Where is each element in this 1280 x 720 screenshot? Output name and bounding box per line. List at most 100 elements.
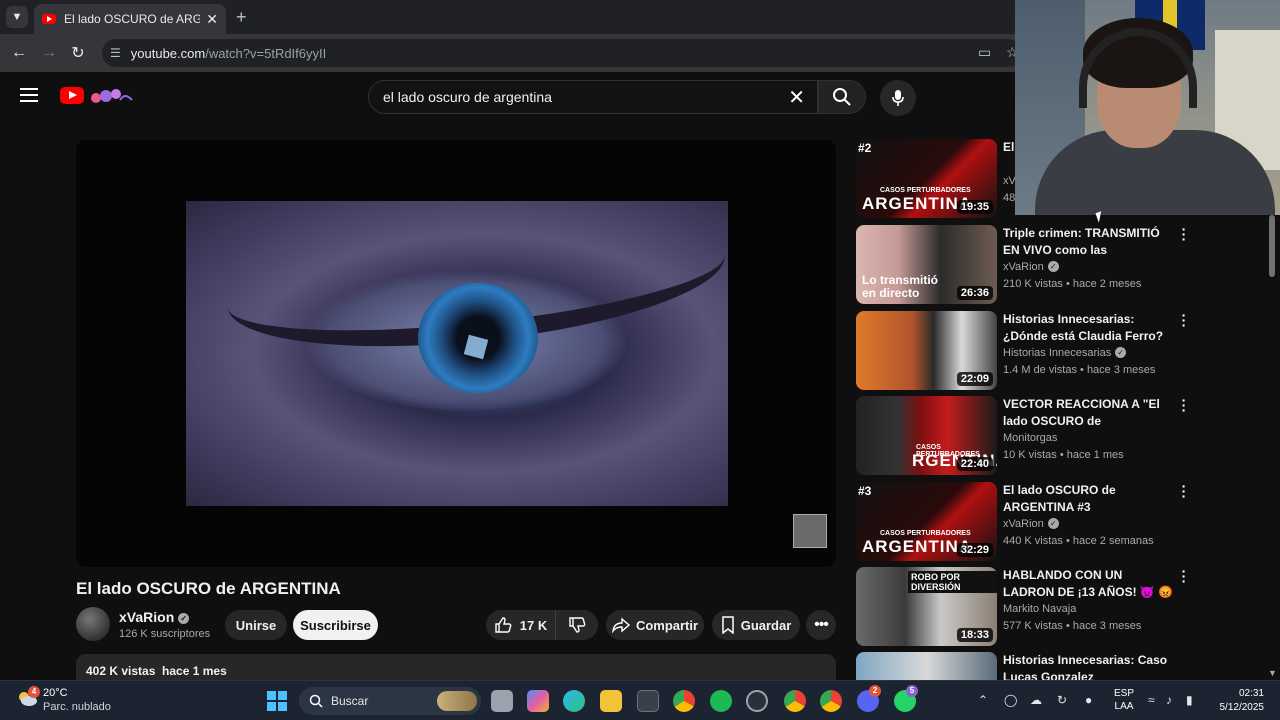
more-actions-icon[interactable]: ••• xyxy=(806,610,836,640)
address-bar[interactable]: ☰ youtube.com/watch?v=5tRdIf6yyII xyxy=(102,39,1022,67)
like-dislike-group: 17 K xyxy=(486,610,598,640)
more-options-icon[interactable]: · · · xyxy=(1179,479,1189,503)
recommendation-item[interactable]: #3 CASOS PERTURBADORES ARGENTINA 32:29 E… xyxy=(856,479,1186,562)
thumbnail-caption: ARGENTINA xyxy=(862,194,973,213)
save-label: Guardar xyxy=(740,617,792,633)
recommendation-channel: xVaRion ✓ xyxy=(1003,261,1059,273)
tab-search-menu-button[interactable]: ▼ xyxy=(6,6,28,28)
spotify-icon[interactable] xyxy=(710,690,732,712)
search-input[interactable]: el lado oscuro de argentina ✕ xyxy=(368,80,818,114)
microphone-icon xyxy=(892,90,904,106)
video-player[interactable] xyxy=(76,140,836,567)
back-icon[interactable]: ← xyxy=(8,42,30,64)
battery-icon[interactable]: ▮ xyxy=(1186,693,1193,707)
dislike-button[interactable] xyxy=(556,616,598,634)
tab-title: El lado OSCURO de ARGENTINA xyxy=(64,12,201,26)
microsoft-store-icon[interactable] xyxy=(637,690,659,712)
taskbar-search-label: Buscar xyxy=(331,694,369,708)
chrome-profile-2-icon[interactable] xyxy=(820,690,842,712)
recommendation-meta: 577 K vistas • hace 3 meses xyxy=(1003,620,1142,632)
file-explorer-icon[interactable] xyxy=(600,690,622,712)
recommendation-item[interactable]: Lo transmitió en directo 26:36 Triple cr… xyxy=(856,222,1186,305)
tray-app-icon[interactable]: ◯ xyxy=(1004,693,1017,707)
like-button[interactable]: 17 K xyxy=(486,610,556,640)
more-options-icon[interactable]: · · · xyxy=(1179,308,1189,332)
menu-icon[interactable] xyxy=(20,88,38,102)
channel-avatar[interactable] xyxy=(76,607,110,641)
more-options-icon[interactable]: · · · xyxy=(1179,222,1189,246)
channel-name[interactable]: xVaRion ✓ xyxy=(119,609,190,625)
forward-icon[interactable]: → xyxy=(38,42,60,64)
recommendation-thumbnail[interactable]: Lo transmitió en directo 26:36 xyxy=(856,225,997,304)
clear-search-icon[interactable]: ✕ xyxy=(788,85,805,110)
search-highlight-icon xyxy=(437,691,477,711)
tab-close-icon[interactable]: ✕ xyxy=(206,11,218,28)
weather-description[interactable]: Parc. nublado xyxy=(43,701,111,713)
input-language[interactable]: ESP LAA xyxy=(1114,687,1134,713)
recommendation-thumbnail[interactable]: ROBO POR DIVERSIÓN 18:33 xyxy=(856,567,997,646)
weather-temperature[interactable]: 20°C xyxy=(43,687,68,699)
onedrive-icon[interactable]: ☁ xyxy=(1030,693,1042,707)
recommendation-title: El lado OSCURO de ARGENTINA #3 xyxy=(1003,483,1116,514)
youtube-logo-icon[interactable] xyxy=(60,87,84,104)
channel-name-text: xVaRion xyxy=(119,609,175,625)
install-app-icon[interactable]: ▭ xyxy=(978,44,991,61)
search-button[interactable] xyxy=(818,80,866,114)
recommendation-item[interactable]: 22:09 Historias Innecesarias: ¿Dónde est… xyxy=(856,308,1186,391)
windows-taskbar: 4 20°C Parc. nublado Buscar 2 5 ⌃ ◯ ☁ ↻ … xyxy=(0,680,1280,720)
recommendation-thumbnail[interactable]: #3 CASOS PERTURBADORES ARGENTINA 32:29 xyxy=(856,482,997,561)
weather-badge: 4 xyxy=(28,686,40,698)
recommendation-channel-name: xVaRion xyxy=(1003,261,1044,273)
copilot-icon[interactable] xyxy=(527,690,549,712)
more-options-icon[interactable]: · · · xyxy=(1179,564,1189,588)
chrome-profile-icon[interactable] xyxy=(784,690,806,712)
voice-search-button[interactable] xyxy=(880,80,916,116)
thumbs-up-icon xyxy=(495,617,512,633)
recommendation-meta: 210 K vistas • hace 2 meses xyxy=(1003,278,1142,290)
duration-badge: 26:36 xyxy=(956,286,993,300)
bookmark-icon xyxy=(721,616,734,634)
sync-icon[interactable]: ↻ xyxy=(1057,693,1067,707)
save-button[interactable]: Guardar xyxy=(712,610,800,640)
new-tab-button[interactable]: + xyxy=(236,7,247,28)
webcam-overlay xyxy=(1015,0,1280,215)
task-view-icon[interactable] xyxy=(491,690,513,712)
chrome-icon[interactable] xyxy=(673,690,695,712)
more-options-icon[interactable]: · · · xyxy=(1179,393,1189,417)
volume-icon[interactable]: ♪ xyxy=(1166,693,1172,707)
microphone-tray-icon[interactable]: ● xyxy=(1085,693,1092,707)
verified-icon: ✓ xyxy=(1115,347,1127,358)
channel-watermark[interactable] xyxy=(793,514,827,548)
recommendation-thumbnail[interactable] xyxy=(856,652,997,680)
recommendation-item[interactable]: ROBO POR DIVERSIÓN 18:33 HABLANDO CON UN… xyxy=(856,564,1186,647)
subscribe-button[interactable]: Suscribirse xyxy=(293,610,378,640)
windows-start-icon[interactable] xyxy=(267,691,287,711)
sidebar-scrollbar[interactable] xyxy=(1268,215,1276,680)
recommendation-thumbnail[interactable]: #2 CASOS PERTURBADORES ARGENTINA 19:35 xyxy=(856,139,997,218)
join-button[interactable]: Unirse xyxy=(225,610,287,640)
obs-icon[interactable] xyxy=(746,690,768,712)
whatsapp-badge: 5 xyxy=(906,685,918,697)
recommendation-item[interactable]: CASOS PERTURBADORES RGENTINA 22:40 VECTO… xyxy=(856,393,1186,476)
recommendation-thumbnail[interactable]: 22:09 xyxy=(856,311,997,390)
duration-badge: 18:33 xyxy=(956,628,993,642)
recommendation-title: Historias Innecesarias: Caso Lucas Gonza… xyxy=(1003,653,1168,680)
show-hidden-icons-icon[interactable]: ⌃ xyxy=(978,693,988,707)
recommendation-thumbnail[interactable]: CASOS PERTURBADORES RGENTINA 22:40 xyxy=(856,396,997,475)
browser-tab[interactable]: El lado OSCURO de ARGENTINA ✕ xyxy=(34,4,226,34)
scroll-down-arrow-icon[interactable]: ▼ xyxy=(1268,668,1277,678)
youtube-doodle-icon[interactable] xyxy=(88,86,134,106)
reload-icon[interactable]: ↻ xyxy=(67,42,89,64)
share-button[interactable]: Compartir xyxy=(606,610,704,640)
wifi-icon[interactable]: ≈ xyxy=(1148,693,1155,707)
recommendation-meta: 1.4 M de vistas • hace 3 meses xyxy=(1003,364,1156,376)
recommendation-title: Historias Innecesarias: ¿Dónde está Clau… xyxy=(1003,312,1164,343)
recommendation-item[interactable]: Historias Innecesarias: Caso Lucas Gonza… xyxy=(856,652,1176,680)
scrollbar-thumb[interactable] xyxy=(1269,215,1275,277)
taskbar-search[interactable]: Buscar xyxy=(299,687,481,715)
recommendation-channel-name: xVaRion xyxy=(1003,518,1044,530)
share-icon xyxy=(611,617,630,633)
system-clock[interactable]: 02:31 5/12/2025 xyxy=(1210,687,1265,715)
site-settings-icon[interactable]: ☰ xyxy=(110,46,121,60)
edge-icon[interactable] xyxy=(563,690,585,712)
